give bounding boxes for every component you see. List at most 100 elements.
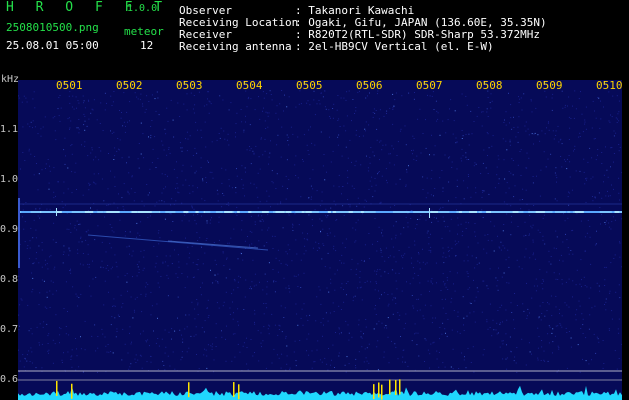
noise-speck (308, 129, 310, 131)
noise-speck (124, 235, 126, 237)
noise-speck (156, 303, 158, 305)
noise-speck (365, 121, 367, 123)
noise-speck (303, 272, 305, 274)
noise-speck (206, 222, 208, 224)
noise-speck (368, 170, 370, 172)
noise-speck (357, 287, 359, 289)
drift-trace (87, 234, 269, 251)
noise-speck (163, 365, 165, 366)
noise-speck (108, 291, 109, 293)
noise-speck (249, 124, 251, 126)
noise-speck (381, 229, 383, 231)
noise-speck (506, 319, 508, 321)
noise-speck (143, 205, 145, 207)
noise-speck (275, 281, 277, 282)
noise-speck (28, 258, 30, 260)
noise-speck (554, 198, 556, 200)
noise-speck (506, 213, 508, 215)
noise-speck (312, 188, 314, 190)
noise-speck (87, 263, 89, 265)
noise-speck (192, 191, 194, 193)
noise-speck (378, 171, 380, 172)
noise-speck (69, 128, 70, 130)
noise-speck (198, 368, 200, 370)
noise-speck (482, 280, 484, 282)
noise-speck (104, 109, 106, 111)
noise-speck (236, 206, 238, 208)
noise-speck (322, 96, 324, 98)
noise-speck (461, 160, 463, 162)
noise-speck (435, 262, 437, 264)
noise-speck (166, 107, 168, 109)
noise-speck (392, 246, 394, 248)
noise-speck (47, 268, 49, 270)
noise-speck (517, 132, 519, 133)
noise-speck (209, 101, 211, 103)
noise-speck (469, 302, 471, 304)
noise-speck (615, 291, 617, 293)
noise-speck (618, 332, 620, 334)
noise-speck (38, 342, 40, 344)
noise-speck (164, 174, 166, 176)
noise-speck (154, 98, 156, 100)
noise-speck (462, 155, 464, 157)
noise-speck (349, 204, 351, 206)
noise-speck (90, 112, 92, 114)
noise-speck (263, 107, 264, 109)
noise-speck (444, 284, 446, 286)
noise-speck (212, 177, 214, 179)
noise-speck (268, 262, 270, 264)
noise-speck (376, 139, 378, 141)
noise-speck (406, 281, 407, 283)
noise-speck (272, 235, 274, 237)
noise-speck (166, 274, 168, 276)
noise-speck (344, 247, 346, 249)
noise-speck (409, 283, 411, 285)
noise-speck (21, 101, 23, 103)
noise-speck (129, 231, 131, 233)
noise-speck (379, 109, 381, 111)
noise-speck (361, 259, 363, 261)
noise-speck (355, 240, 357, 242)
noise-speck (256, 187, 258, 189)
noise-speck (63, 181, 65, 183)
noise-speck (618, 144, 620, 145)
noise-speck (240, 276, 241, 278)
carrier-bright (75, 211, 84, 213)
noise-speck (377, 269, 379, 271)
noise-speck (388, 303, 390, 305)
noise-speck (221, 206, 223, 208)
noise-speck (465, 95, 467, 97)
noise-speck (48, 352, 49, 354)
noise-speck (368, 188, 370, 190)
noise-speck (501, 340, 503, 342)
noise-speck (374, 218, 376, 219)
noise-speck (118, 316, 120, 317)
noise-speck (154, 266, 156, 268)
noise-speck (294, 164, 296, 166)
noise-speck (611, 184, 612, 186)
noise-speck (101, 328, 103, 330)
noise-speck (69, 102, 71, 104)
noise-speck (567, 247, 569, 249)
noise-speck (228, 185, 230, 187)
noise-speck (324, 357, 326, 359)
noise-speck (355, 268, 357, 270)
noise-speck (431, 221, 433, 223)
noise-speck (265, 303, 267, 304)
noise-speck (482, 191, 484, 193)
noise-speck (338, 328, 340, 330)
noise-speck (516, 371, 518, 373)
noise-speck (186, 351, 188, 353)
noise-speck (373, 155, 375, 157)
noise-speck (110, 268, 112, 270)
noise-speck (267, 115, 269, 117)
noise-speck (456, 243, 458, 245)
noise-speck (257, 172, 259, 174)
noise-speck (88, 118, 90, 120)
noise-speck (18, 371, 20, 373)
noise-speck (90, 295, 92, 297)
noise-speck (395, 303, 397, 305)
noise-speck (555, 135, 557, 136)
noise-speck (487, 155, 488, 156)
